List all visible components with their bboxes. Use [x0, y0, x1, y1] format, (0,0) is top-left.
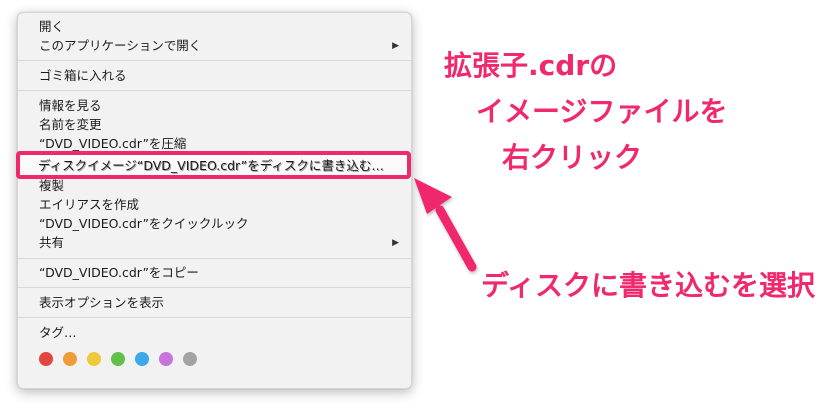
- screenshot-stage: 開く このアプリケーションで開く ▶ ゴミ箱に入れる 情報を見る 名前を変更 “…: [0, 0, 839, 412]
- pointer-arrow-icon: [414, 178, 477, 272]
